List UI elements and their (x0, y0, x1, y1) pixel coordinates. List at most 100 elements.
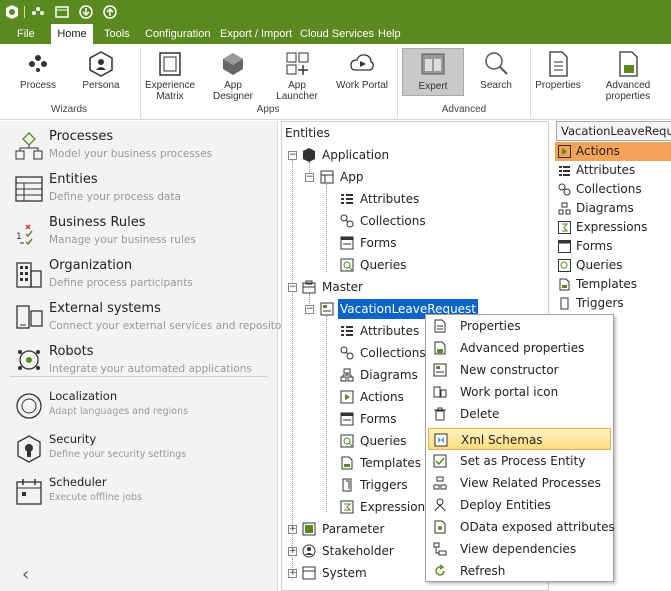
advanced-properties-button[interactable]: Advanced properties (585, 48, 671, 104)
expand-parameter[interactable]: + (288, 525, 297, 534)
menu-home[interactable]: Home (51, 24, 93, 44)
ctx-view-related-processes[interactable]: View Related Processes (428, 472, 611, 494)
attributes-icon (559, 166, 570, 176)
group-advanced: Advanced (441, 104, 487, 115)
menu-cloud-services[interactable]: Cloud Services (300, 24, 374, 44)
organization-icon (16, 262, 42, 288)
nav-security[interactable]: Security Define your security settings (14, 432, 276, 466)
templates-icon (559, 278, 570, 291)
ctx-work-portal-icon[interactable]: Work portal icon (428, 381, 611, 403)
external-systems-icon (16, 305, 43, 329)
detail-item-templates[interactable]: Templates (555, 275, 671, 294)
ctx-set-as-process-entity[interactable]: Set as Process Entity (428, 450, 611, 472)
app-launcher-icon (286, 52, 309, 75)
diagrams-icon (558, 202, 571, 215)
forms-icon (340, 236, 354, 250)
properties-button[interactable]: Properties (534, 48, 582, 104)
window-quick-icon[interactable] (54, 4, 70, 20)
robot-icon (18, 350, 40, 370)
detail-item-actions[interactable]: Actions (555, 142, 671, 161)
detail-item-expressions[interactable]: Expressions (555, 218, 671, 237)
search-button[interactable]: Search (472, 48, 520, 104)
actions-icon (558, 145, 571, 158)
ctx-new-constructor[interactable]: New constructor (428, 359, 611, 381)
entity-icon (320, 302, 334, 316)
queries-icon (340, 434, 354, 448)
nav-entities[interactable]: Entities Define your process data (14, 172, 276, 208)
nav-scheduler[interactable]: Scheduler Execute offline jobs (14, 475, 276, 509)
detail-item-triggers[interactable]: Triggers (555, 294, 671, 313)
search-icon (485, 52, 508, 75)
context-menu: Properties Advanced properties New const… (425, 314, 615, 582)
ctx-view-dependencies[interactable]: View dependencies (428, 538, 611, 560)
entities-icon (15, 176, 43, 202)
ctx-refresh[interactable]: Refresh (428, 560, 611, 582)
diagrams-icon (340, 368, 354, 382)
ctx-deploy-entities[interactable]: Deploy Entities (428, 494, 611, 516)
queries-icon (340, 258, 354, 272)
process-button[interactable]: Process (14, 48, 62, 104)
nav-processes[interactable]: Processes Model your business processes (14, 129, 276, 165)
menu-export-import[interactable]: Export / Import (220, 24, 292, 44)
nav-business-rules[interactable]: 1 Business Rules Manage your business ru… (14, 215, 276, 251)
persona-button[interactable]: Persona (78, 48, 124, 104)
ctx-xml-schemas[interactable]: Xml Schemas (428, 428, 611, 450)
nav-robots[interactable]: Robots Integrate your automated applicat… (14, 344, 276, 380)
menu-tools[interactable]: Tools (104, 24, 130, 44)
detail-item-collections[interactable]: Collections (555, 180, 671, 199)
nav-external-systems[interactable]: External systems Connect your external s… (14, 301, 300, 337)
experience-matrix-icon (159, 52, 181, 76)
ctx-advanced-properties[interactable]: Advanced properties (428, 337, 611, 359)
ctx-properties[interactable]: Properties (428, 315, 611, 337)
upload-quick-icon[interactable] (102, 4, 118, 20)
expert-button[interactable]: Expert (402, 48, 464, 96)
portal-icon (433, 386, 447, 398)
app-launcher-button[interactable]: App Launcher (267, 48, 327, 104)
menu-bar: File Home Tools Configuration Export / I… (0, 24, 671, 44)
expand-app[interactable]: − (305, 173, 314, 182)
trash-icon (434, 407, 446, 421)
download-quick-icon[interactable] (78, 4, 94, 20)
expand-vacation-leave-request[interactable]: − (305, 305, 314, 314)
refresh-icon (435, 564, 445, 576)
expand-master[interactable]: − (288, 283, 297, 292)
nav-localization[interactable]: Localization Adapt languages and regions (14, 389, 276, 423)
parameter-icon (302, 522, 316, 536)
work-portal-button[interactable]: Work Portal (334, 48, 390, 104)
experience-matrix-button[interactable]: Experience Matrix (144, 48, 196, 104)
app-logo-icon (4, 4, 20, 20)
menu-help[interactable]: Help (378, 24, 401, 44)
detail-item-diagrams[interactable]: Diagrams (555, 199, 671, 218)
menu-configuration[interactable]: Configuration (145, 24, 210, 44)
expand-application[interactable]: − (288, 151, 297, 160)
expand-stakeholder[interactable]: + (288, 547, 297, 556)
detail-item-queries[interactable]: Queries (555, 256, 671, 275)
expand-system[interactable]: + (288, 569, 297, 578)
ctx-odata-exposed-attributes[interactable]: OData exposed attributes (428, 516, 615, 538)
svg-text:1: 1 (16, 232, 22, 242)
ctx-delete[interactable]: Delete (428, 403, 611, 425)
nav-divider (10, 376, 268, 377)
detail-item-forms[interactable]: Forms (555, 237, 671, 256)
menu-file[interactable]: File (17, 24, 35, 44)
attributes-icon (341, 326, 353, 336)
constructor-icon (433, 363, 447, 377)
expressions-icon (340, 500, 354, 514)
odata-icon (434, 520, 446, 534)
advanced-properties-icon (619, 51, 638, 77)
app-designer-button[interactable]: App Designer (203, 48, 263, 104)
detail-item-attributes[interactable]: Attributes (555, 161, 671, 180)
attributes-icon (341, 194, 353, 204)
entity-detail-header: VacationLeaveRequest (556, 121, 671, 141)
properties-icon (434, 319, 446, 333)
xml-schema-icon (434, 433, 448, 447)
collapse-chevron-icon[interactable]: ‹ (22, 564, 29, 585)
nav-organization[interactable]: Organization Define process participants (14, 258, 276, 294)
collections-icon (558, 183, 571, 196)
process-quick-icon[interactable] (30, 4, 46, 20)
app-designer-icon (223, 53, 243, 75)
stakeholder-icon (302, 544, 316, 558)
actions-icon (340, 390, 354, 404)
left-navigation: Processes Model your business processes … (0, 121, 300, 591)
processes-icon (15, 132, 43, 160)
